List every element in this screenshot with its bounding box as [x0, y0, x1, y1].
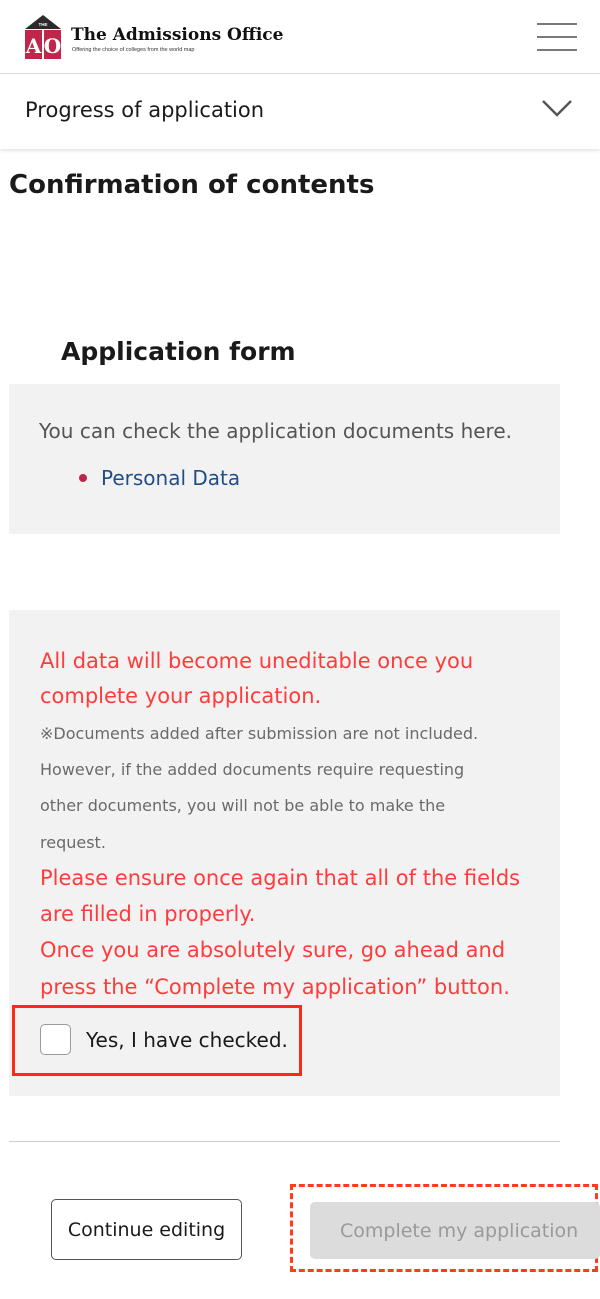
note-text: other documents, you will not be able to…	[40, 796, 446, 815]
hamburger-menu-icon[interactable]	[537, 22, 577, 52]
document-link-personal-data[interactable]: Personal Data	[79, 466, 240, 490]
ensure-text: are filled in properly.	[40, 902, 256, 926]
note-text: However, if the added documents require …	[40, 760, 465, 779]
note-text: ※Documents added after submission are no…	[40, 724, 479, 743]
progress-of-application-toggle[interactable]: Progress of application	[0, 75, 600, 149]
ensure-text: Please ensure once again that all of the…	[40, 866, 521, 890]
confirmation-checkbox-row[interactable]: Yes, I have checked.	[12, 1005, 302, 1076]
bullet-icon	[79, 474, 87, 482]
confirmation-checkbox[interactable]	[40, 1024, 71, 1055]
progress-label: Progress of application	[25, 98, 265, 122]
warning-text: complete your application.	[40, 684, 322, 708]
svg-text:THE: THE	[39, 22, 48, 27]
confirmation-checkbox-label[interactable]: Yes, I have checked.	[86, 1028, 288, 1052]
chevron-down-icon	[542, 100, 572, 117]
documents-panel: You can check the application documents …	[9, 384, 560, 534]
section-title: Application form	[61, 337, 296, 366]
brand-title: The Admissions Office	[71, 25, 284, 45]
continue-editing-button[interactable]: Continue editing	[51, 1199, 242, 1260]
complete-button-highlight: Complete my application	[290, 1184, 600, 1272]
page-title: Confirmation of contents	[9, 170, 375, 200]
note-text: request.	[40, 833, 106, 852]
svg-text:O: O	[44, 34, 61, 58]
ensure-text: press the “Complete my application” butt…	[40, 975, 510, 999]
divider	[9, 1141, 560, 1142]
document-link-label[interactable]: Personal Data	[101, 466, 240, 490]
ensure-text: Once you are absolutely sure, go ahead a…	[40, 938, 506, 962]
warning-text: All data will become uneditable once you	[40, 649, 474, 673]
documents-intro: You can check the application documents …	[39, 419, 512, 443]
admissions-office-logo[interactable]: THE A O	[24, 14, 62, 59]
svg-text:A: A	[25, 34, 42, 58]
brand-subtitle: Offering the choice of colleges from the…	[72, 47, 195, 53]
complete-my-application-button[interactable]: Complete my application	[310, 1202, 600, 1259]
site-header: THE A O The Admissions Office Offering t…	[0, 0, 600, 74]
